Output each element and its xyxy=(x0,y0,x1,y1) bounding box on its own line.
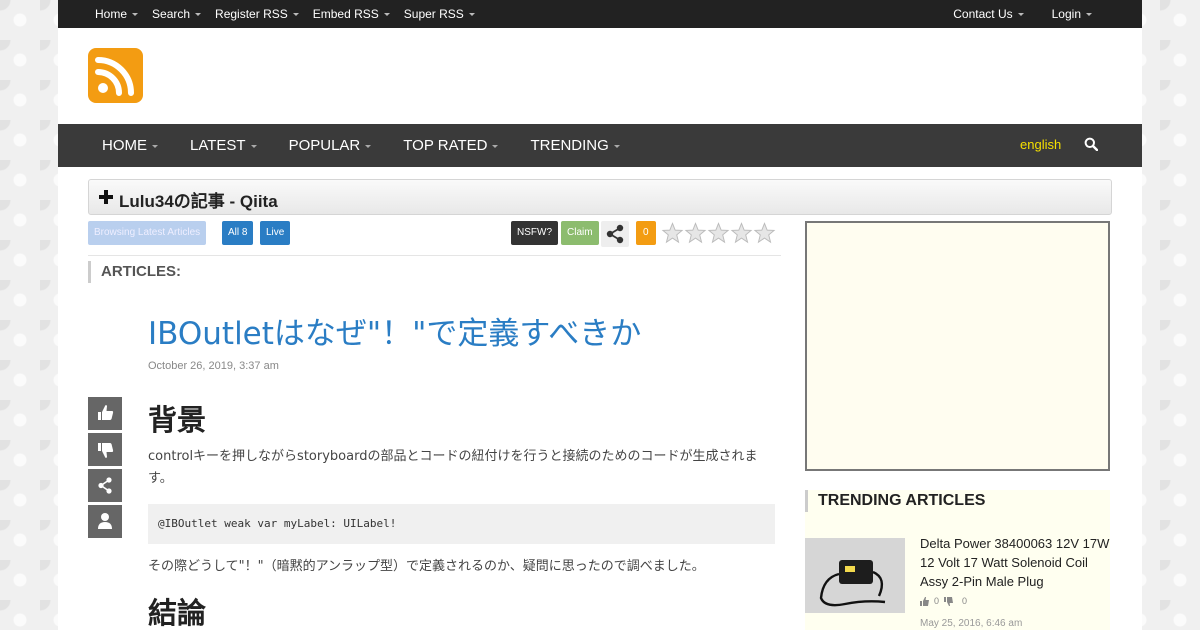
star-icon[interactable] xyxy=(661,221,684,245)
thumbs-up-icon xyxy=(98,405,114,420)
share-button[interactable] xyxy=(601,221,629,247)
share-icon xyxy=(606,224,624,244)
thumbs-up-icon xyxy=(920,596,929,606)
trending-votes: 0 0 xyxy=(920,596,967,606)
article-paragraph: その際どうして"！"（暗黙的アンラップ型）で定義されるのか、疑問に思ったので調べ… xyxy=(148,559,705,574)
top-nav-embed-rss[interactable]: Embed RSS xyxy=(313,7,390,21)
claim-button[interactable]: Claim xyxy=(561,221,599,245)
article-paragraph: controlキーを押しながらstoryboardの部品とコードの紐付けを行うと… xyxy=(148,449,758,486)
top-nav-search[interactable]: Search xyxy=(152,7,202,21)
search-icon[interactable] xyxy=(1084,137,1099,156)
top-nav-home-label: Home xyxy=(95,7,128,21)
thumbs-down-icon xyxy=(98,443,114,458)
article-heading-background: 背景 xyxy=(148,403,207,437)
thumbs-down-icon xyxy=(944,596,954,606)
caret-down-icon xyxy=(250,144,257,148)
star-icon[interactable] xyxy=(753,221,776,245)
top-bar: Home Search Register RSS Embed RSS Super… xyxy=(58,0,1142,28)
trending-item-title[interactable]: Delta Power 38400063 12V 17W 12 Volt 17 … xyxy=(920,534,1110,591)
nav-popular[interactable]: POPULAR xyxy=(289,137,372,154)
article-date: October 26, 2019, 3:37 am xyxy=(148,360,279,372)
caret-down-icon xyxy=(132,13,139,16)
caret-down-icon xyxy=(292,13,299,16)
top-nav-super-rss[interactable]: Super RSS xyxy=(404,7,475,21)
top-nav-super-rss-label: Super RSS xyxy=(403,7,464,21)
share-icon xyxy=(98,477,112,494)
article-heading-conclusion: 結論 xyxy=(148,596,207,630)
trending-item-date: May 25, 2016, 6:46 am xyxy=(920,618,1023,629)
rating-count-badge: 0 xyxy=(636,221,656,245)
caret-down-icon xyxy=(365,144,372,148)
nav-latest-label: LATEST xyxy=(190,137,246,154)
main-nav-items: HOME LATEST POPULAR TOP RATED TRENDING xyxy=(102,124,652,167)
star-icon[interactable] xyxy=(730,221,753,245)
live-button[interactable]: Live xyxy=(260,221,291,245)
feed-title: Lulu34の記事 - Qiita xyxy=(119,192,278,211)
caret-down-icon xyxy=(613,144,620,148)
dislike-button[interactable] xyxy=(88,433,122,466)
article-title-link[interactable]: IBOutletはなぜ"！"で定義すべきか xyxy=(148,308,641,353)
nav-trending[interactable]: TRENDING xyxy=(530,137,620,154)
top-bar-left: Home Search Register RSS Embed RSS Super… xyxy=(95,0,489,28)
author-button[interactable] xyxy=(88,505,122,538)
caret-down-icon xyxy=(468,13,475,16)
trending-heading: TRENDING ARTICLES xyxy=(805,490,985,512)
top-nav-login[interactable]: Login xyxy=(1052,7,1092,21)
nav-home-label: HOME xyxy=(102,137,147,154)
like-button[interactable] xyxy=(88,397,122,430)
top-nav-search-label: Search xyxy=(152,7,191,21)
user-icon xyxy=(98,513,112,529)
nav-trending-label: TRENDING xyxy=(530,137,609,154)
caret-down-icon xyxy=(1017,13,1024,16)
articles-heading: ARTICLES: xyxy=(88,261,181,283)
top-nav-home[interactable]: Home xyxy=(95,7,139,21)
caret-down-icon xyxy=(195,13,202,16)
divider xyxy=(88,255,781,256)
plus-icon[interactable] xyxy=(98,189,114,210)
likes-count: 0 xyxy=(934,596,940,606)
ad-box xyxy=(805,221,1110,471)
caret-down-icon xyxy=(492,144,499,148)
browsing-latest-badge[interactable]: Browsing Latest Articles xyxy=(88,221,207,245)
nav-home[interactable]: HOME xyxy=(102,137,158,154)
nav-latest[interactable]: LATEST xyxy=(190,137,257,154)
top-nav-register-rss-label: Register RSS xyxy=(215,7,288,21)
code-block: @IBOutlet weak var myLabel: UILabel! xyxy=(148,504,775,544)
top-nav-embed-rss-label: Embed RSS xyxy=(312,7,379,21)
star-icon[interactable] xyxy=(707,221,730,245)
main-nav: HOME LATEST POPULAR TOP RATED TRENDING e… xyxy=(58,124,1142,167)
rating-stars[interactable] xyxy=(661,221,776,245)
nsfw-button[interactable]: NSFW? xyxy=(511,221,558,245)
trending-articles: TRENDING ARTICLES Delta Power 38400063 1… xyxy=(805,490,1110,630)
star-icon[interactable] xyxy=(684,221,707,245)
top-nav-contact-us[interactable]: Contact Us xyxy=(953,7,1024,21)
caret-down-icon xyxy=(1086,13,1092,16)
top-bar-right: Contact Us Login xyxy=(925,0,1092,28)
nav-top-rated-label: TOP RATED xyxy=(403,137,488,154)
top-nav-register-rss[interactable]: Register RSS xyxy=(215,7,299,21)
feed-title-bar: Lulu34の記事 - Qiita xyxy=(88,179,1112,215)
nav-popular-label: POPULAR xyxy=(288,137,361,154)
article-share-button[interactable] xyxy=(88,469,122,502)
caret-down-icon xyxy=(383,13,390,16)
nav-top-rated[interactable]: TOP RATED xyxy=(403,137,499,154)
top-nav-login-label: Login xyxy=(1051,7,1081,21)
page: Home Search Register RSS Embed RSS Super… xyxy=(58,0,1142,630)
rss-logo-icon[interactable] xyxy=(88,48,143,103)
top-nav-contact-label: Contact Us xyxy=(953,7,1013,21)
site-header xyxy=(58,28,1142,124)
all-articles-button[interactable]: All 8 xyxy=(222,221,254,245)
dislikes-count: 0 xyxy=(962,596,968,606)
trending-thumbnail[interactable] xyxy=(805,538,905,613)
caret-down-icon xyxy=(152,144,158,148)
language-selector[interactable]: english xyxy=(1020,137,1061,152)
